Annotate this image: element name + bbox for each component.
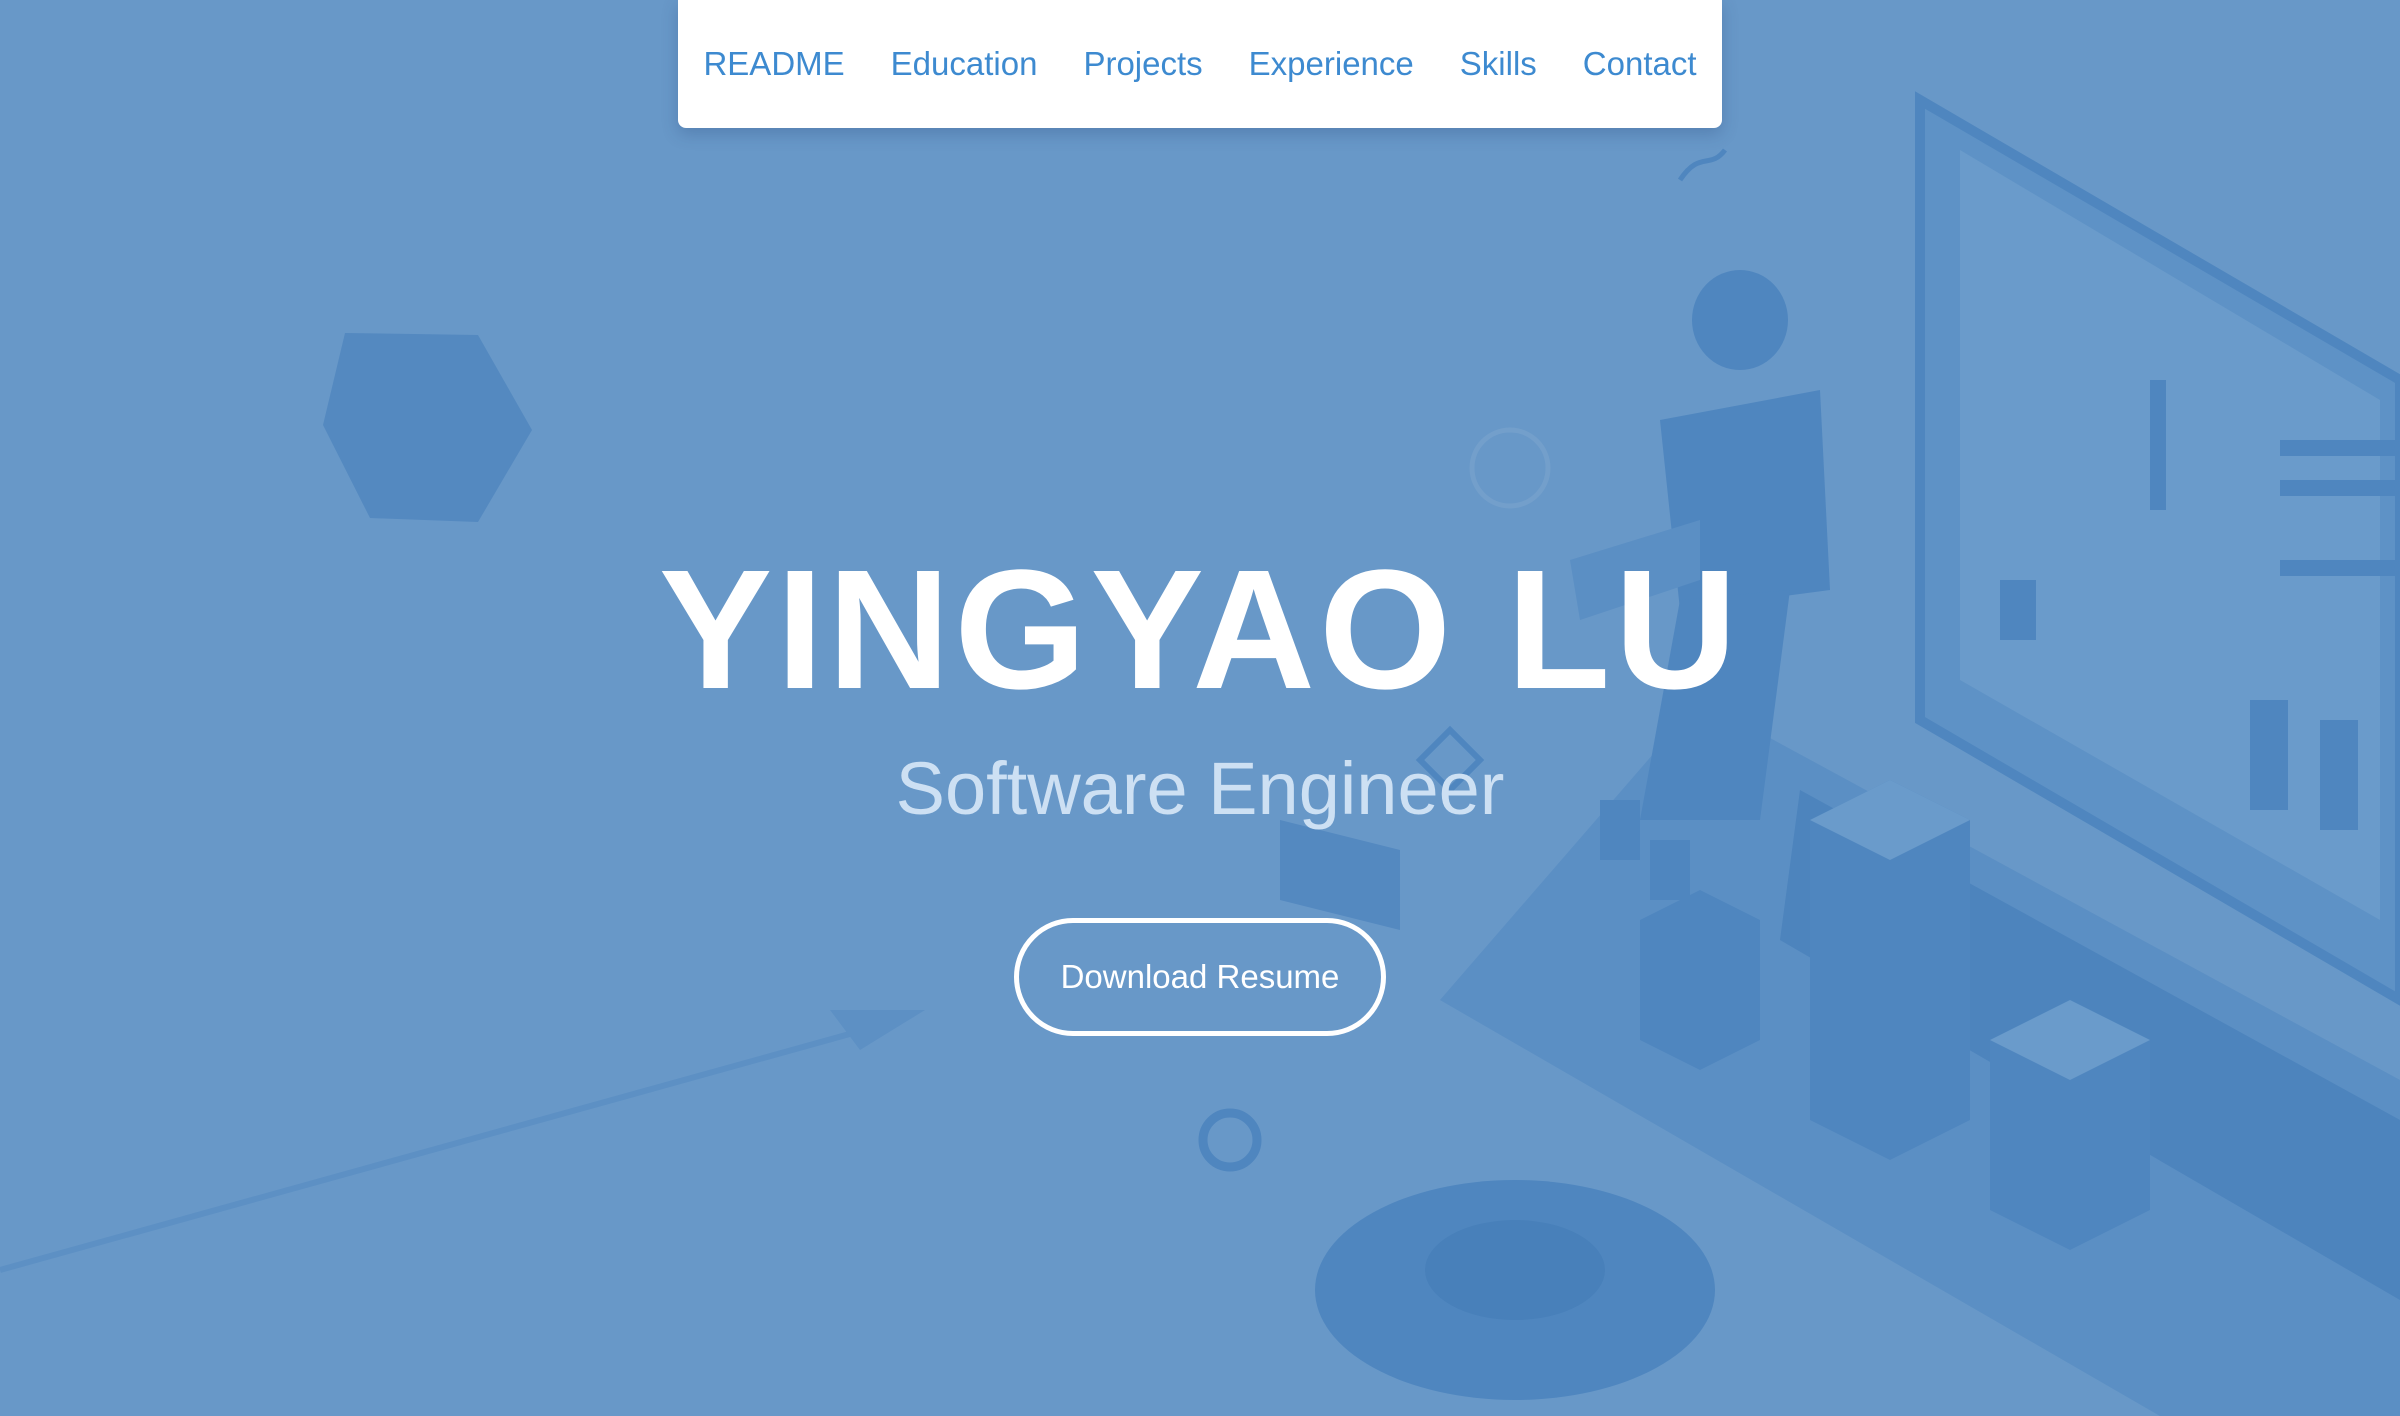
arrow-head bbox=[830, 1010, 925, 1050]
nav-link-skills[interactable]: Skills bbox=[1460, 45, 1537, 83]
hero-subtitle: Software Engineer bbox=[895, 747, 1505, 830]
nav-link-readme[interactable]: README bbox=[703, 45, 844, 83]
arrow-line bbox=[0, 1017, 901, 1273]
nav-link-projects[interactable]: Projects bbox=[1083, 45, 1202, 83]
nav-link-experience[interactable]: Experience bbox=[1249, 45, 1414, 83]
hero-section: README Education Projects Experience Ski… bbox=[0, 0, 2400, 1416]
hero-name: YINGYAO LU bbox=[658, 535, 1742, 725]
pie-illustration bbox=[1315, 1180, 1715, 1400]
ring-shape bbox=[1469, 427, 1551, 509]
ring-shape-small bbox=[1198, 1108, 1262, 1172]
squiggle-shape bbox=[1677, 148, 1727, 182]
nav-link-contact[interactable]: Contact bbox=[1583, 45, 1697, 83]
chat-bubble-illustration bbox=[1280, 820, 1400, 930]
download-resume-button[interactable]: Download Resume bbox=[1014, 918, 1386, 1036]
hexagon-shape bbox=[323, 333, 532, 522]
nav-link-education[interactable]: Education bbox=[891, 45, 1038, 83]
top-navigation: README Education Projects Experience Ski… bbox=[678, 0, 1722, 128]
